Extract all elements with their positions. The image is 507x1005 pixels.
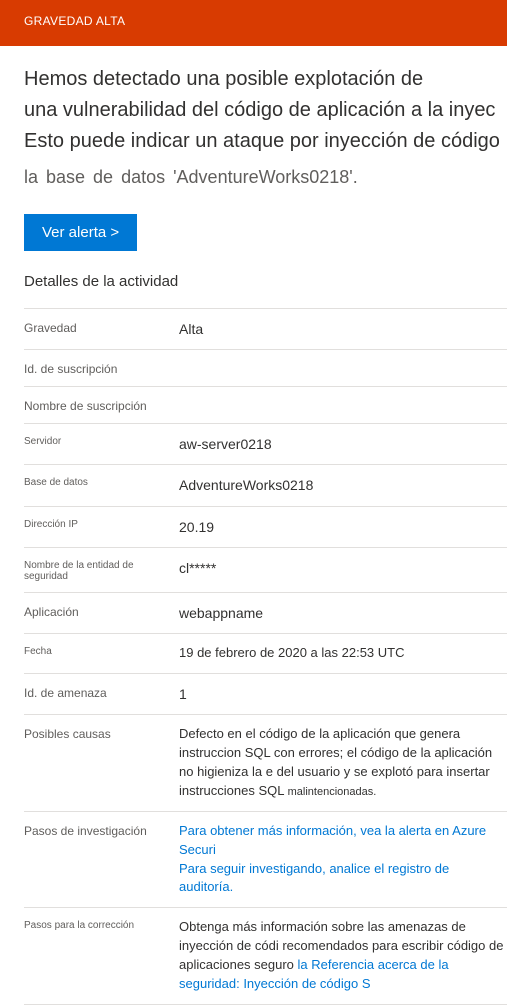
val-nombre-suscripcion (179, 397, 507, 413)
key-entidad-seguridad: Nombre de la entidad de seguridad (24, 558, 179, 582)
val-fecha: 19 de febrero de 2020 a las 22:53 UTC (179, 644, 507, 663)
row-id-suscripcion: Id. de suscripción (24, 349, 507, 386)
key-base-datos: Base de datos (24, 475, 179, 495)
val-gravedad: Alta (179, 319, 507, 339)
val-base-datos: AdventureWorks0218 (179, 475, 507, 495)
severity-banner: GRAVEDAD ALTA (0, 0, 507, 46)
severity-label: GRAVEDAD ALTA (24, 14, 125, 28)
val-servidor: aw-server0218 (179, 434, 507, 454)
view-alert-button[interactable]: Ver alerta > (24, 214, 137, 251)
causas-tail: malintencionadas. (288, 786, 377, 798)
key-servidor: Servidor (24, 434, 179, 454)
key-aplicacion: Aplicación (24, 603, 179, 623)
val-direccion-ip: 20.19 (179, 517, 507, 537)
key-nombre-suscripcion: Nombre de suscripción (24, 397, 179, 413)
row-id-amenaza: Id. de amenaza 1 (24, 673, 507, 714)
headline-line-2: una vulnerabilidad del código de aplicac… (24, 95, 507, 126)
val-aplicacion: webappname (179, 603, 507, 623)
val-pasos-correccion: Obtenga más información sobre las amenaz… (179, 918, 507, 993)
details-table: Gravedad Alta Id. de suscripción Nombre … (24, 308, 507, 1005)
key-pasos-investigacion: Pasos de investigación (24, 822, 179, 897)
headline-sub: la base de datos 'AdventureWorks0218'. (24, 163, 507, 192)
headline-line-3: Esto puede indicar un ataque por inyecci… (24, 126, 507, 157)
row-entidad-seguridad: Nombre de la entidad de seguridad cl****… (24, 547, 507, 592)
val-id-amenaza: 1 (179, 684, 507, 704)
key-direccion-ip: Dirección IP (24, 517, 179, 537)
val-id-suscripcion (179, 360, 507, 376)
row-aplicacion: Aplicación webappname (24, 592, 507, 633)
row-nombre-suscripcion: Nombre de suscripción (24, 386, 507, 423)
val-entidad-seguridad: cl***** (179, 558, 507, 582)
activity-details-title: Detalles de la actividad (24, 273, 507, 290)
key-id-suscripcion: Id. de suscripción (24, 360, 179, 376)
key-gravedad: Gravedad (24, 319, 179, 339)
key-posibles-causas: Posibles causas (24, 725, 179, 800)
row-pasos-investigacion: Pasos de investigación Para obtener más … (24, 811, 507, 907)
investigacion-link-2[interactable]: Para seguir investigando, analice el reg… (179, 860, 507, 898)
key-fecha: Fecha (24, 644, 179, 663)
alert-headline: Hemos detectado una posible explotación … (24, 64, 507, 157)
val-pasos-investigacion: Para obtener más información, vea la ale… (179, 822, 507, 897)
row-pasos-correccion: Pasos para la corrección Obtenga más inf… (24, 907, 507, 1004)
row-base-datos: Base de datos AdventureWorks0218 (24, 464, 507, 505)
alert-content: Hemos detectado una posible explotación … (0, 46, 507, 1005)
row-gravedad: Gravedad Alta (24, 308, 507, 349)
investigacion-link-1[interactable]: Para obtener más información, vea la ale… (179, 822, 507, 860)
headline-line-1: Hemos detectado una posible explotación … (24, 64, 507, 95)
row-fecha: Fecha 19 de febrero de 2020 a las 22:53 … (24, 633, 507, 673)
key-id-amenaza: Id. de amenaza (24, 684, 179, 704)
row-direccion-ip: Dirección IP 20.19 (24, 506, 507, 547)
key-pasos-correccion: Pasos para la corrección (24, 918, 179, 993)
row-servidor: Servidor aw-server0218 (24, 423, 507, 464)
row-posibles-causas: Posibles causas Defecto en el código de … (24, 714, 507, 810)
val-posibles-causas: Defecto en el código de la aplicación qu… (179, 725, 507, 800)
